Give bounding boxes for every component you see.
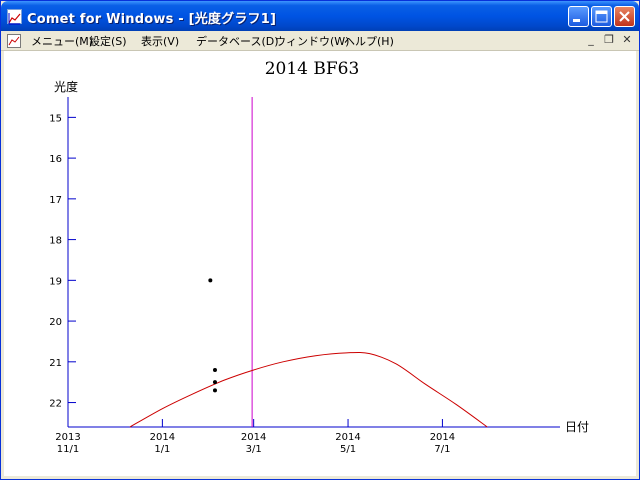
x-axis-label: 日付 xyxy=(565,420,589,434)
window-title: Comet for Windows - [光度グラフ1] xyxy=(27,12,277,27)
observation-point xyxy=(212,367,217,372)
mdi-minimize-icon[interactable]: _ xyxy=(584,33,598,47)
y-tick-label: 16 xyxy=(49,154,62,165)
x-tick-date-label: 5/1 xyxy=(340,444,356,455)
chart-title: 2014 BF63 xyxy=(265,59,360,79)
x-tick-date-label: 1/1 xyxy=(154,444,170,455)
observation-point xyxy=(208,278,213,283)
y-tick-label: 18 xyxy=(49,236,62,247)
x-tick-year-label: 2014 xyxy=(430,432,455,443)
y-tick-label: 20 xyxy=(49,317,62,328)
magnitude-chart: 2014 BF63 光度日付 15 16 17 18 19 20 21 22 201311/1 201… xyxy=(49,59,589,455)
menu-window[interactable]: ウィンドウ(W) xyxy=(275,33,349,49)
graph-app-icon[interactable] xyxy=(7,9,22,25)
menu-help[interactable]: ヘルプ(H) xyxy=(344,33,394,49)
mdi-child-icon[interactable] xyxy=(7,33,21,48)
x-tick-date-label: 3/1 xyxy=(246,444,262,455)
menu-settings[interactable]: 設定(S) xyxy=(89,33,127,49)
minimize-button[interactable] xyxy=(568,6,589,27)
y-tick-label: 15 xyxy=(49,113,62,124)
mdi-restore-icon[interactable]: ❐ xyxy=(602,33,616,47)
menu-main[interactable]: メニュー(M) xyxy=(31,33,93,49)
menu-bar: メニュー(M) 設定(S) 表示(V) データベース(D) ウィンドウ(W) ヘ… xyxy=(1,31,639,51)
graph-client-area: 2014 BF63 光度日付 15 16 17 18 19 20 21 22 2013 11/1 201… xyxy=(4,51,636,476)
y-tick-label: 19 xyxy=(49,276,62,287)
close-button[interactable] xyxy=(614,6,635,27)
y-tick-label: 21 xyxy=(49,358,62,369)
app-window: Comet for Windows - [光度グラフ1] メニュー(M) 設定(… xyxy=(0,0,640,480)
observation-point xyxy=(212,380,217,385)
maximize-icon xyxy=(595,10,608,23)
x-tick-date-label: 11/1 xyxy=(57,444,79,455)
predicted-magnitude-curve xyxy=(129,351,488,428)
menu-database[interactable]: データベース(D) xyxy=(196,33,279,49)
title-bar[interactable]: Comet for Windows - [光度グラフ1] xyxy=(1,1,639,31)
y-tick-label: 17 xyxy=(49,195,62,206)
x-tick-year-label: 2014 xyxy=(241,432,266,443)
menu-view[interactable]: 表示(V) xyxy=(141,33,179,49)
close-icon xyxy=(619,11,630,22)
x-tick-date-label: 7/1 xyxy=(434,444,450,455)
mdi-close-icon[interactable]: ✕ xyxy=(620,33,634,47)
x-tick-year-label: 2013 xyxy=(55,432,80,443)
minimize-icon xyxy=(573,19,580,22)
maximize-button[interactable] xyxy=(591,6,612,27)
x-tick-year-label: 2014 xyxy=(150,432,175,443)
observation-point xyxy=(212,388,217,393)
y-axis-label: 光度 xyxy=(54,79,78,94)
x-tick-year-label: 2014 xyxy=(335,432,360,443)
y-tick-label: 22 xyxy=(49,399,62,410)
